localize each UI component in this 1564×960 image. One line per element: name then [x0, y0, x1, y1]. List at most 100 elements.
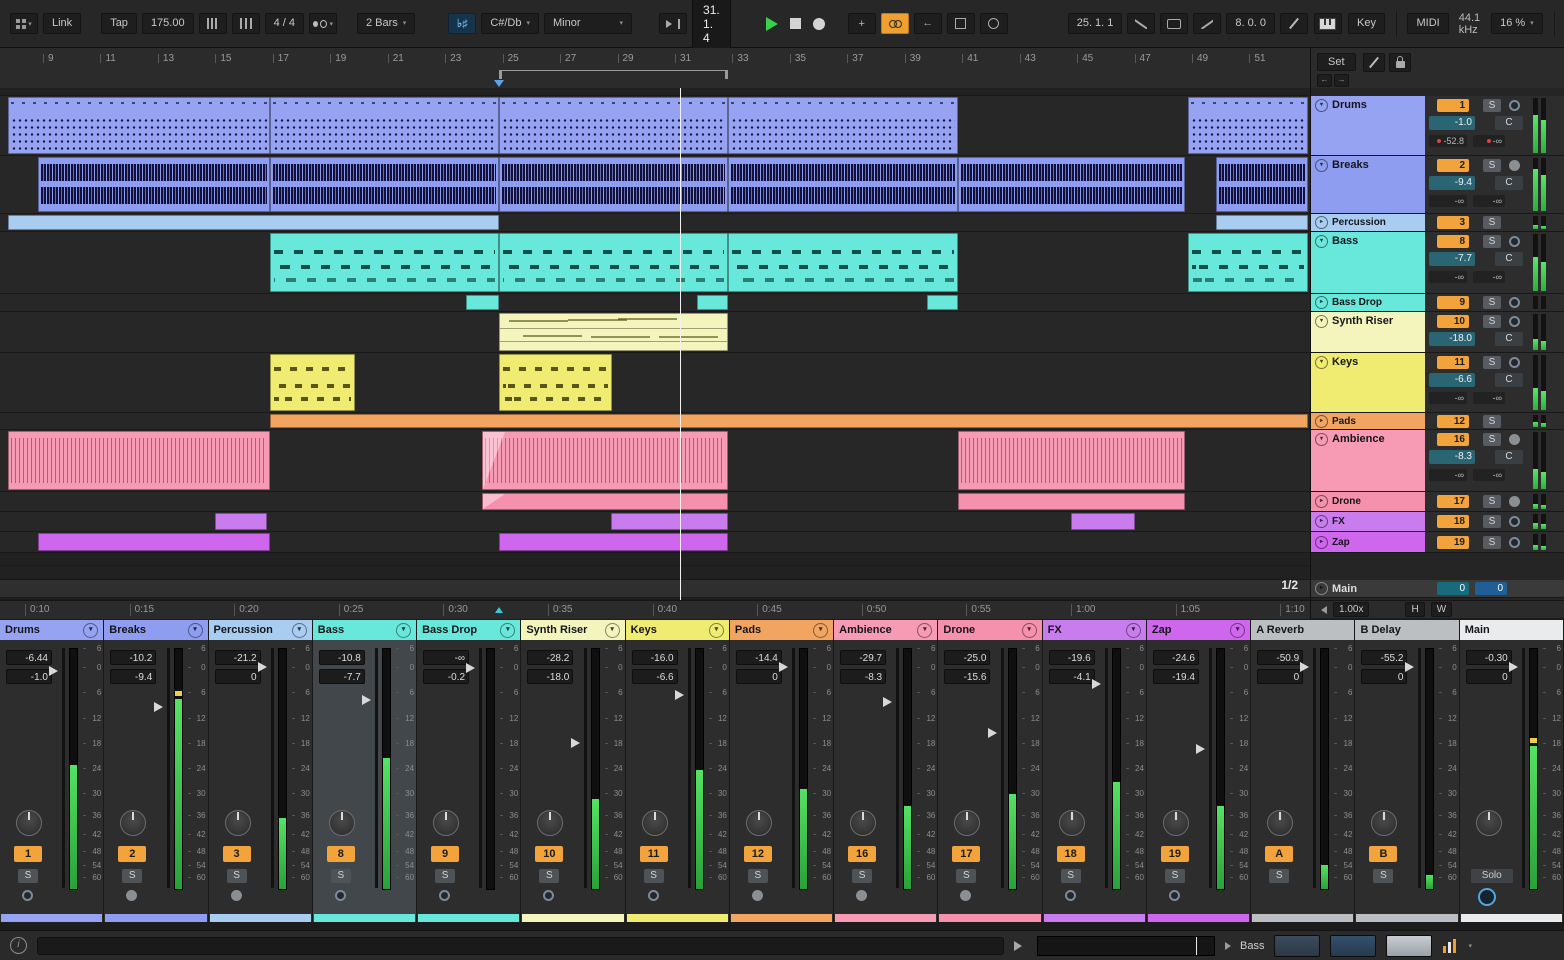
- fader-handle[interactable]: [1508, 662, 1518, 673]
- track-number-badge[interactable]: 10: [1437, 315, 1469, 328]
- fader-handle[interactable]: [883, 697, 893, 708]
- clip[interactable]: [270, 414, 1308, 428]
- preview-play-icon[interactable]: [1014, 940, 1027, 951]
- fader-handle[interactable]: [49, 666, 59, 677]
- track-name-cell[interactable]: ▾ Synth Riser: [1311, 312, 1425, 352]
- pan-knob[interactable]: [537, 810, 564, 836]
- peak-level-value[interactable]: -29.7: [840, 650, 887, 665]
- collapse-icon[interactable]: ▾: [1315, 235, 1328, 248]
- pan-knob[interactable]: [1267, 810, 1294, 836]
- device-thumbnail[interactable]: [1274, 934, 1321, 957]
- fade-in-handle[interactable]: [483, 494, 505, 509]
- computer-midi-keyboard-icon[interactable]: [1313, 13, 1342, 34]
- clip[interactable]: [482, 493, 728, 510]
- fader-track[interactable]: [479, 648, 483, 888]
- chevron-down-icon[interactable]: ▾: [83, 622, 99, 638]
- arm-button[interactable]: [1509, 434, 1520, 445]
- clip[interactable]: [958, 493, 1185, 510]
- mixer-strip[interactable]: Bass Drop ▾ -∞ -0.2 6 0 6 12 18 24 30 36 42 48 54 60 9 S: [417, 620, 522, 922]
- track-number-badge[interactable]: 19: [1437, 536, 1469, 549]
- collapse-icon[interactable]: ▾: [1315, 99, 1328, 112]
- solo-button[interactable]: S: [1483, 296, 1501, 309]
- metronome-icon[interactable]: ▾: [309, 13, 337, 34]
- time-ruler[interactable]: 0:10 0:15 0:20 0:25 0:30 0:35 0:40 0:45 0:50 0:55…: [0, 600, 1310, 619]
- play-button[interactable]: [765, 16, 778, 31]
- collapse-icon[interactable]: ▸: [1315, 495, 1328, 508]
- collapse-icon[interactable]: ▸: [1315, 535, 1328, 549]
- beat-time-ruler[interactable]: 9 11 13 15 17 19 21 23 25 27 29 31 33 35 37 39 41 43 45 47 4…: [0, 48, 1310, 89]
- send-value[interactable]: -∞: [1429, 392, 1467, 404]
- fader-handle[interactable]: [362, 694, 372, 705]
- solo-button[interactable]: S: [1483, 356, 1501, 369]
- volume-value[interactable]: -7.7: [1429, 252, 1475, 266]
- track-number-badge[interactable]: 10: [535, 846, 564, 862]
- draw-mode-icon[interactable]: [946, 13, 975, 34]
- arm-button[interactable]: [230, 890, 242, 901]
- clip[interactable]: [499, 157, 728, 212]
- clip[interactable]: [466, 295, 499, 310]
- clip[interactable]: [1188, 97, 1308, 154]
- mixer-strip-header[interactable]: Pads ▾: [729, 620, 834, 640]
- groove-amount-icon[interactable]: [198, 13, 227, 34]
- track-number-badge[interactable]: 17: [952, 846, 981, 862]
- track-number-badge[interactable]: B: [1369, 846, 1398, 862]
- clip[interactable]: [1216, 157, 1308, 212]
- fader-track[interactable]: [1104, 648, 1108, 888]
- collapse-icon[interactable]: ▸: [1315, 414, 1328, 428]
- track-name-cell[interactable]: ▾ Keys: [1311, 353, 1425, 412]
- clip[interactable]: [499, 354, 612, 411]
- fader-track[interactable]: [1521, 648, 1525, 888]
- track-header[interactable]: ▸ Bass Drop 9 S: [1311, 294, 1564, 312]
- arm-button[interactable]: [1509, 357, 1520, 368]
- fader-value[interactable]: 0: [214, 669, 261, 684]
- clip[interactable]: [728, 157, 958, 212]
- prev-marker-button[interactable]: ←: [1317, 74, 1332, 87]
- track-number-badge[interactable]: 18: [1437, 515, 1469, 528]
- clip[interactable]: [728, 97, 958, 154]
- fader-track[interactable]: [166, 648, 170, 888]
- fader-value[interactable]: 0: [1257, 669, 1304, 684]
- track-number-badge[interactable]: 1: [14, 846, 42, 862]
- solo-button[interactable]: S: [330, 869, 351, 883]
- track-number-badge[interactable]: 2: [1437, 159, 1469, 172]
- fader-track[interactable]: [1000, 648, 1004, 888]
- send-value[interactable]: -∞: [1473, 392, 1505, 404]
- track-number-badge[interactable]: 1: [1437, 99, 1469, 112]
- mixer-strip-header[interactable]: Synth Riser ▾: [521, 620, 625, 640]
- track-number-badge[interactable]: 11: [1437, 356, 1469, 369]
- punch-in-icon[interactable]: [1127, 13, 1156, 34]
- arm-button[interactable]: [856, 890, 868, 901]
- track-header[interactable]: ▾ Keys 11 S -6.6 C -∞ -∞: [1311, 353, 1564, 413]
- pan-knob[interactable]: [850, 810, 877, 836]
- mixer-strip[interactable]: Zap ▾ -24.6 -19.4 6 0 6 12 18 24 30 36 42 48 54 60 19 S: [1146, 620, 1252, 922]
- fader-track[interactable]: [792, 648, 796, 888]
- solo-button[interactable]: S: [1483, 159, 1501, 172]
- solo-button[interactable]: S: [1483, 216, 1501, 229]
- track-header[interactable]: ▾ Bass 8 S -7.7 C -∞ -∞: [1311, 232, 1564, 294]
- send-value[interactable]: -∞: [1429, 271, 1467, 283]
- track-number-badge[interactable]: 19: [1160, 846, 1189, 862]
- track-name-cell[interactable]: ▸ Pads: [1311, 413, 1425, 429]
- track-number-badge[interactable]: 3: [1437, 216, 1469, 229]
- next-marker-button[interactable]: →: [1334, 74, 1349, 87]
- clip[interactable]: [611, 513, 728, 530]
- arrangement-position[interactable]: 31. 1. 4: [692, 0, 731, 49]
- fader-track[interactable]: [687, 648, 691, 888]
- mixer-strip-header[interactable]: Bass Drop ▾: [417, 620, 521, 640]
- peak-level-value[interactable]: -50.9: [1257, 650, 1304, 665]
- solo-button[interactable]: S: [1483, 315, 1501, 328]
- new-button[interactable]: +: [847, 13, 876, 34]
- track-lane[interactable]: [0, 353, 1310, 413]
- peak-level-value[interactable]: -14.4: [735, 650, 782, 665]
- track-number-badge[interactable]: 9: [1437, 296, 1469, 309]
- scale-name-menu[interactable]: Minor ▾: [544, 13, 633, 34]
- track-name-cell[interactable]: ▸ Zap: [1311, 532, 1425, 552]
- arm-button[interactable]: [1509, 297, 1520, 308]
- peak-level-value[interactable]: -55.2: [1361, 650, 1408, 665]
- punch-position[interactable]: 25. 1. 1: [1067, 13, 1123, 34]
- fader-handle[interactable]: [1404, 662, 1414, 673]
- quantize-menu[interactable]: 2 Bars ▾: [357, 13, 416, 34]
- mixer-strip-header[interactable]: Breaks ▾: [104, 620, 208, 640]
- automation-mode-icon[interactable]: [979, 13, 1008, 34]
- solo-button[interactable]: S: [1483, 536, 1501, 549]
